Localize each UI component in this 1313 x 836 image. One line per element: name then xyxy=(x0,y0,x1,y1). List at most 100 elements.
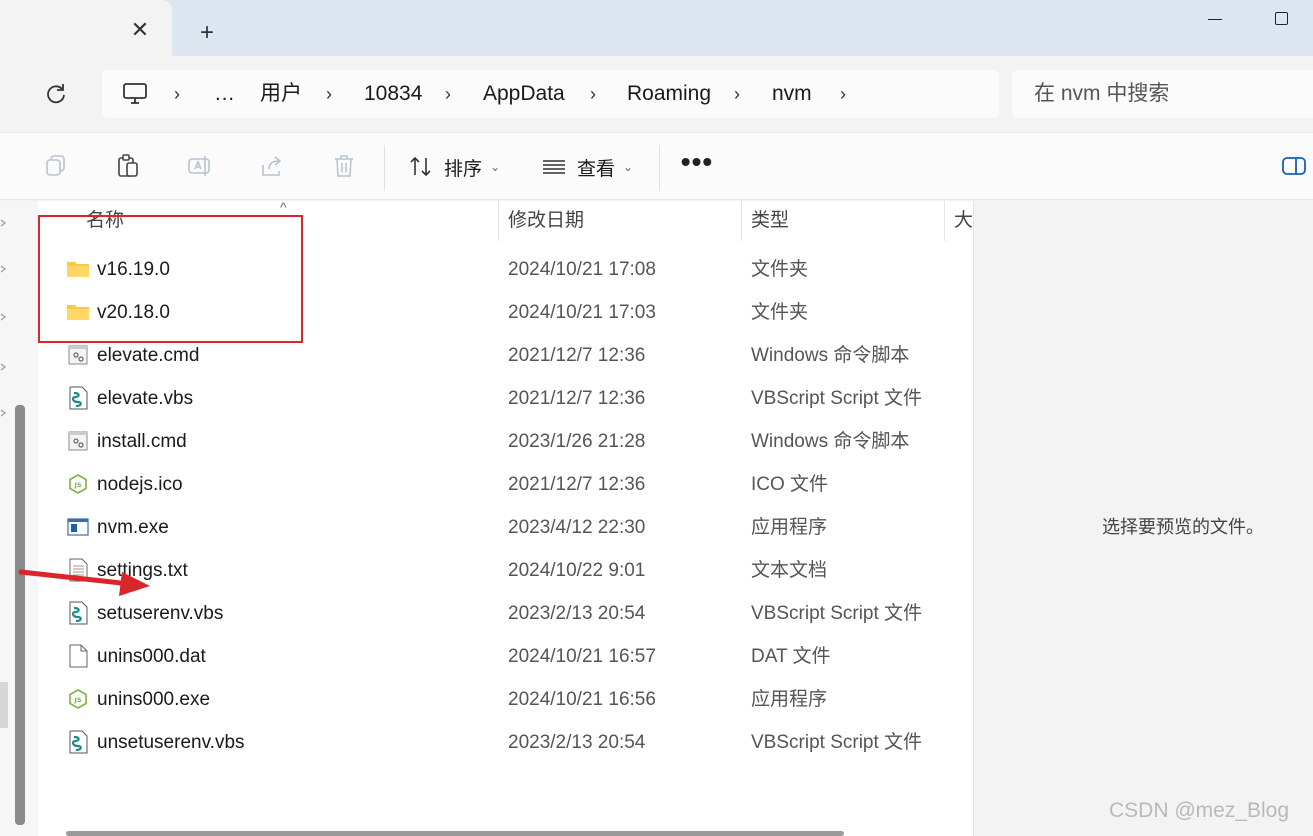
command-divider xyxy=(659,145,660,191)
sort-icon xyxy=(410,156,431,177)
file-name: unsetuserenv.vbs xyxy=(97,732,245,753)
breadcrumb-separator[interactable]: › xyxy=(734,70,740,118)
cmd-file-icon xyxy=(66,429,90,453)
column-header-size[interactable]: 大 xyxy=(954,201,973,241)
file-type: 文件夹 xyxy=(751,302,809,323)
minimize-icon[interactable] xyxy=(1205,8,1225,28)
file-modified-date: 2023/2/13 20:54 xyxy=(508,603,646,624)
file-row[interactable]: nvm.exe 2023/4/12 22:30 应用程序 xyxy=(38,506,973,549)
file-name: unins000.exe xyxy=(97,689,211,710)
file-type: Windows 命令脚本 xyxy=(751,345,910,366)
nav-selection-edge xyxy=(0,682,8,728)
file-modified-date: 2021/12/7 12:36 xyxy=(508,345,646,366)
file-row[interactable]: unsetuserenv.vbs 2023/2/13 20:54 VBScript … xyxy=(38,721,973,764)
refresh-icon[interactable] xyxy=(42,80,70,108)
file-modified-date: 2023/4/12 22:30 xyxy=(508,517,646,538)
breadcrumb-10834[interactable]: 10834 xyxy=(364,70,422,118)
chevron-right-icon[interactable] xyxy=(0,265,6,273)
sort-label: 排序 xyxy=(444,158,483,180)
file-modified-date: 2021/12/7 12:36 xyxy=(508,388,646,409)
horizontal-scrollbar[interactable] xyxy=(66,831,844,836)
share-icon[interactable] xyxy=(259,153,285,179)
new-tab-button[interactable]: + xyxy=(194,20,220,46)
chevron-right-icon[interactable] xyxy=(0,363,6,371)
file-type: 文本文档 xyxy=(751,560,828,581)
search-input[interactable] xyxy=(1012,70,1313,118)
chevron-down-icon: ⌄ xyxy=(623,160,634,174)
file-row[interactable]: setuserenv.vbs 2023/2/13 20:54 VBScript Sc… xyxy=(38,592,973,635)
breadcrumb-users[interactable]: 用户 xyxy=(260,70,302,118)
chevron-right-icon[interactable] xyxy=(0,409,6,417)
file-name: nodejs.ico xyxy=(97,474,183,495)
watermark: CSDN @mez_Blog xyxy=(1109,799,1290,822)
breadcrumb-nvm[interactable]: nvm xyxy=(772,70,812,118)
this-pc-icon[interactable] xyxy=(122,82,148,106)
close-tab-icon[interactable]: ✕ xyxy=(128,18,152,42)
vbs-file-icon xyxy=(66,730,90,754)
file-modified-date: 2024/10/21 17:08 xyxy=(508,259,656,280)
file-type: DAT 文件 xyxy=(751,646,831,667)
file-name: elevate.vbs xyxy=(97,388,194,409)
maximize-icon[interactable] xyxy=(1272,8,1292,28)
column-header-modified[interactable]: 修改日期 xyxy=(508,201,584,241)
file-modified-date: 2024/10/21 16:56 xyxy=(508,689,656,710)
rename-icon[interactable] xyxy=(187,153,213,179)
tab-nvm[interactable]: ✕ xyxy=(0,0,172,56)
chevron-right-icon[interactable] xyxy=(0,313,6,321)
svg-text:JS: JS xyxy=(73,481,81,489)
breadcrumb-appdata[interactable]: AppData xyxy=(483,70,565,118)
file-type: ICO 文件 xyxy=(751,474,829,495)
file-row[interactable]: elevate.vbs 2021/12/7 12:36 VBScript Scrip… xyxy=(38,377,973,420)
details-pane-icon[interactable] xyxy=(1282,155,1306,177)
file-type: 应用程序 xyxy=(751,517,828,538)
chevron-right-icon[interactable] xyxy=(0,219,6,227)
delete-icon[interactable] xyxy=(331,153,357,179)
breadcrumb-separator[interactable]: › xyxy=(326,70,332,118)
breadcrumb-separator[interactable]: › xyxy=(590,70,596,118)
file-type: VBScript Script 文件 xyxy=(751,732,923,753)
file-row[interactable]: unins000.dat 2024/10/21 16:57 DAT 文件 xyxy=(38,635,973,678)
chevron-down-icon: ⌄ xyxy=(490,160,501,174)
column-divider[interactable] xyxy=(741,201,742,241)
command-divider xyxy=(384,145,385,191)
view-button[interactable]: 查看 ⌄ xyxy=(541,147,633,187)
file-modified-date: 2023/1/26 21:28 xyxy=(508,431,646,452)
copy-icon[interactable] xyxy=(43,153,69,179)
file-type: VBScript Script 文件 xyxy=(751,388,923,409)
breadcrumb-separator[interactable]: › xyxy=(840,70,846,118)
view-label: 查看 xyxy=(577,158,616,180)
file-name: install.cmd xyxy=(97,431,187,452)
file-type: VBScript Script 文件 xyxy=(751,603,923,624)
file-row[interactable]: JS nodejs.ico 2021/12/7 12:36 ICO 文件 xyxy=(38,463,973,506)
address-row: › … 用户 › 10834 › AppData › Roaming › nvm… xyxy=(0,56,1313,132)
file-name: unins000.dat xyxy=(97,646,206,667)
navigation-pane[interactable] xyxy=(0,201,38,836)
breadcrumb-roaming[interactable]: Roaming xyxy=(627,70,711,118)
file-modified-date: 2023/2/13 20:54 xyxy=(508,732,646,753)
file-modified-date: 2024/10/21 16:57 xyxy=(508,646,656,667)
nodejs-icon: JS xyxy=(66,472,90,496)
preview-message: 选择要预览的文件。 xyxy=(1102,517,1264,537)
command-bar: 排序 ⌄ 查看 ⌄ ••• xyxy=(0,132,1313,200)
column-divider[interactable] xyxy=(944,201,945,241)
blank-file-icon xyxy=(66,644,90,668)
column-header-type[interactable]: 类型 xyxy=(751,201,789,241)
annotation-highlight-box xyxy=(38,215,303,343)
nodejs-icon: JS xyxy=(66,687,90,711)
breadcrumb-separator[interactable]: › xyxy=(445,70,451,118)
address-bar[interactable]: › … 用户 › 10834 › AppData › Roaming › nvm… xyxy=(102,70,999,118)
more-options-button[interactable]: ••• xyxy=(680,148,714,181)
breadcrumb-separator[interactable]: › xyxy=(174,70,180,118)
vbs-file-icon xyxy=(66,386,90,410)
file-row[interactable]: settings.txt 2024/10/22 9:01 文本文档 xyxy=(38,549,973,592)
file-row[interactable]: JS unins000.exe 2024/10/21 16:56 应用程序 xyxy=(38,678,973,721)
cmd-file-icon xyxy=(66,343,90,367)
file-row[interactable]: install.cmd 2023/1/26 21:28 Windows 命令脚本 xyxy=(38,420,973,463)
column-divider[interactable] xyxy=(498,201,499,241)
file-modified-date: 2024/10/22 9:01 xyxy=(508,560,646,581)
nav-scrollbar[interactable] xyxy=(15,405,25,825)
paste-icon[interactable] xyxy=(115,153,141,179)
sort-button[interactable]: 排序 ⌄ xyxy=(408,147,500,187)
file-type: 文件夹 xyxy=(751,259,809,280)
breadcrumb-overflow[interactable]: … xyxy=(214,70,235,118)
